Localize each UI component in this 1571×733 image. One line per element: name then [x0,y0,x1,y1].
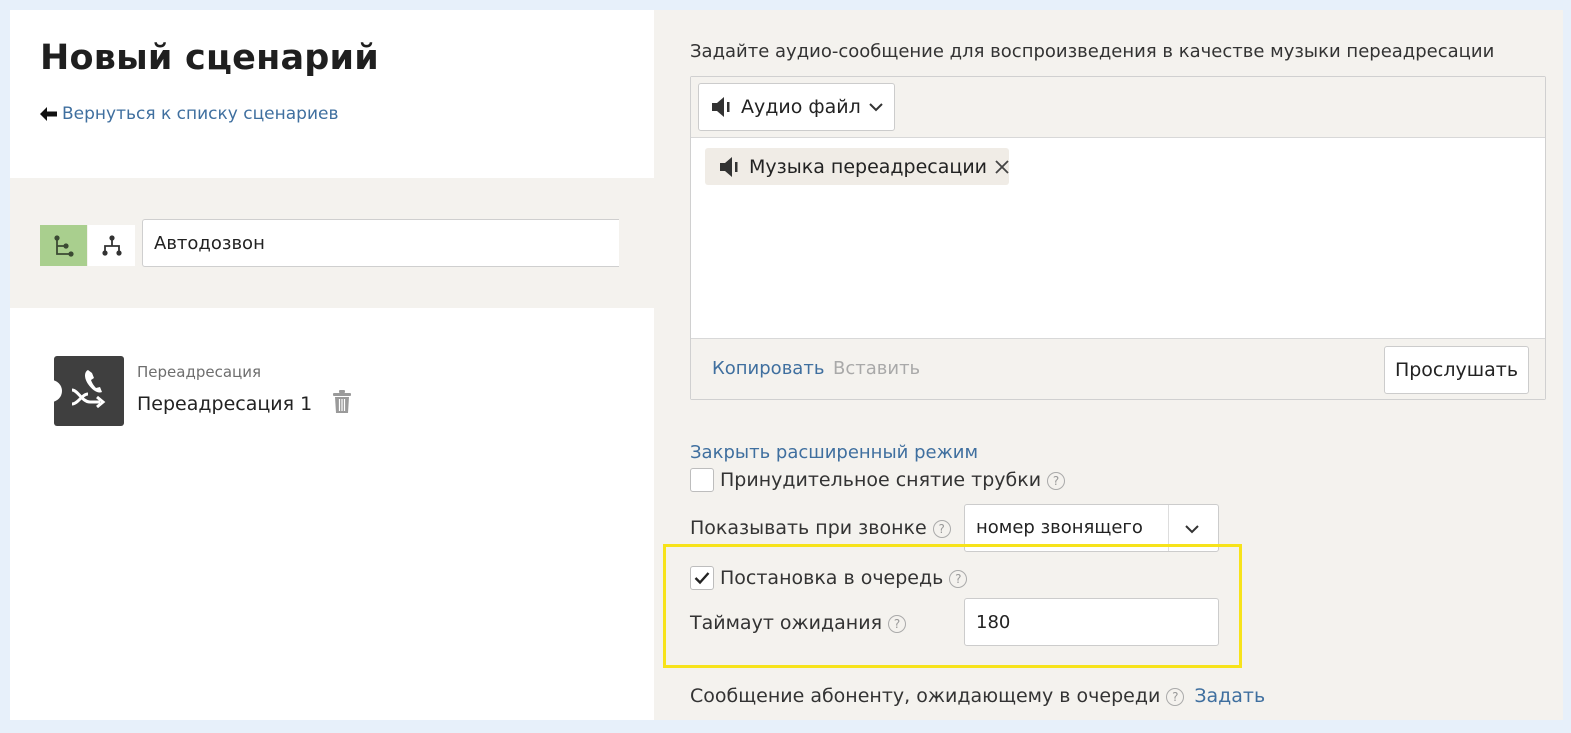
graph-view-button[interactable] [88,225,135,266]
right-panel: Задайте аудио-сообщение для воспроизведе… [654,10,1563,720]
speaker-icon [720,156,738,177]
show-on-call-row: Показывать при звонке? [690,517,951,539]
audio-source-dropdown[interactable]: Аудио файл [698,83,895,131]
speaker-icon [712,97,730,117]
close-advanced-mode-link[interactable]: Закрыть расширенный режим [690,442,978,463]
listen-button[interactable]: Прослушать [1384,346,1529,394]
timeout-label: Таймаут ожидания [690,612,882,634]
select-divider [1168,505,1169,551]
close-icon[interactable] [995,159,1009,174]
audio-editor: Аудио файл Музыка переадресации Копирова… [690,76,1546,400]
help-icon[interactable]: ? [949,569,968,588]
selected-audio-name: Музыка переадресации [749,155,988,178]
graph-view-icon [101,234,122,256]
force-pickup-label: Принудительное снятие трубки [720,469,1042,491]
help-icon[interactable]: ? [932,519,951,538]
back-to-scenarios-link[interactable]: Вернуться к списку сценариев [40,104,338,124]
redirect-node-icon[interactable] [54,356,124,426]
redirect-phone-icon [71,370,106,409]
page-title: Новый сценарий [40,38,379,78]
back-link-label: Вернуться к списку сценариев [62,104,339,124]
queue-checkbox[interactable] [690,566,714,590]
force-pickup-checkbox[interactable] [690,468,714,492]
copy-link[interactable]: Копировать [712,358,824,379]
show-on-call-value: номер звонящего [976,517,1143,538]
chevron-down-icon [1185,525,1199,534]
scenario-name-input[interactable] [142,219,619,267]
arrow-left-icon [40,107,57,121]
timeout-input[interactable] [964,598,1219,646]
queue-message-label: Сообщение абоненту, ожидающему в очереди [690,685,1161,707]
force-pickup-row: Принудительное снятие трубки? [720,469,1066,491]
scenario-toolbar [10,178,654,308]
queue-message-row: Сообщение абоненту, ожидающему в очереди… [690,685,1265,707]
audio-message-heading: Задайте аудио-сообщение для воспроизведе… [690,41,1495,62]
tree-view-button[interactable] [40,225,87,266]
help-icon[interactable]: ? [1047,471,1066,490]
queue-label: Постановка в очередь [720,567,944,589]
audio-source-label: Аудио файл [741,96,861,118]
queue-row: Постановка в очередь? [720,567,968,589]
set-queue-message-link[interactable]: Задать [1194,685,1265,707]
audio-editor-footer: Копировать Вставить Прослушать [691,338,1545,399]
checkmark-icon [694,572,710,585]
show-on-call-select[interactable]: номер звонящего [964,504,1219,552]
help-icon[interactable]: ? [888,614,906,633]
timeout-row: Таймаут ожидания? [690,612,906,634]
node-type-label: Переадресация [137,363,261,381]
audio-editor-toolbar: Аудио файл [691,77,1545,138]
tree-view-icon [53,234,74,257]
selected-audio-tag: Музыка переадресации [705,148,1009,185]
chevron-down-icon [869,103,883,112]
app-frame: Новый сценарий Вернуться к списку сценар… [10,10,1563,720]
node-name[interactable]: Переадресация 1 [137,393,312,415]
trash-icon[interactable] [332,390,352,414]
help-icon[interactable]: ? [1166,687,1185,706]
show-on-call-label: Показывать при звонке [690,517,927,539]
left-panel: Новый сценарий Вернуться к списку сценар… [10,10,654,720]
paste-link: Вставить [833,358,921,379]
